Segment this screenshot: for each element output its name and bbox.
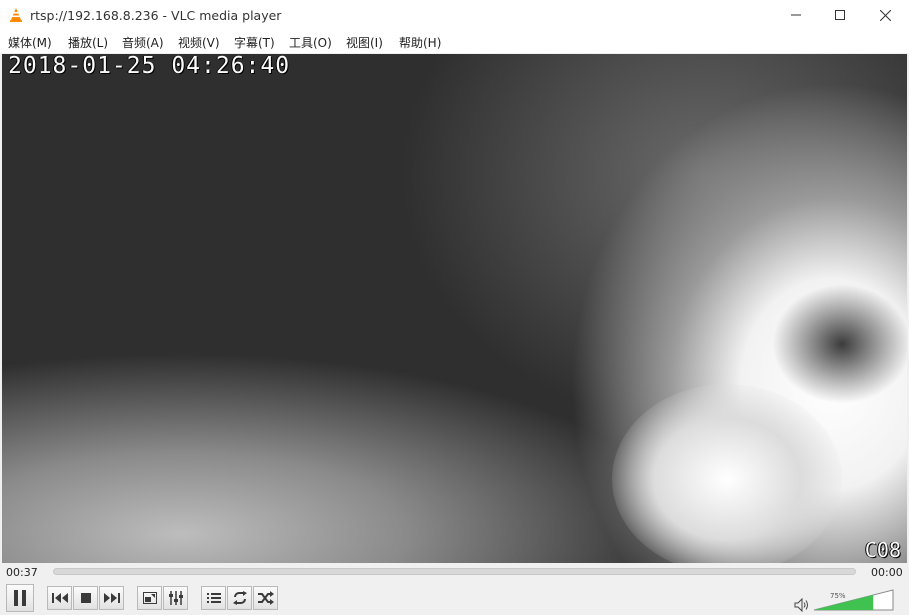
total-time: 00:00 xyxy=(871,566,903,579)
stop-icon xyxy=(80,593,91,603)
next-button[interactable] xyxy=(99,586,124,610)
loop-button[interactable] xyxy=(227,586,252,610)
loop-icon xyxy=(232,591,247,605)
minimize-icon xyxy=(791,14,801,16)
menu-audio[interactable]: 音频(A) xyxy=(122,34,164,51)
volume-slider[interactable] xyxy=(814,589,894,611)
previous-icon xyxy=(51,593,68,603)
extended-settings-icon xyxy=(168,591,183,605)
fullscreen-icon xyxy=(142,592,157,604)
window-title: rtsp://192.168.8.236 - VLC media player xyxy=(30,8,282,23)
fullscreen-button[interactable] xyxy=(137,586,162,610)
close-icon xyxy=(879,9,891,21)
minimize-button[interactable] xyxy=(773,0,819,30)
menu-tools[interactable]: 工具(O) xyxy=(289,34,332,51)
osd-camera-code: C08 xyxy=(864,538,901,562)
menu-help[interactable]: 帮助(H) xyxy=(399,34,441,51)
menu-subtitle[interactable]: 字幕(T) xyxy=(234,34,275,51)
pause-button[interactable] xyxy=(6,584,34,612)
menu-bar: 媒体(M) 播放(L) 音频(A) 视频(V) 字幕(T) 工具(O) 视图(I… xyxy=(0,30,909,53)
vlc-cone-icon xyxy=(10,8,22,22)
video-display[interactable]: 2018-01-25 04:26:40 C08 xyxy=(2,54,907,563)
maximize-icon xyxy=(835,10,845,20)
seek-bar[interactable] xyxy=(53,568,856,575)
maximize-button[interactable] xyxy=(817,0,863,30)
stop-button[interactable] xyxy=(73,586,98,610)
playlist-icon xyxy=(206,593,221,603)
menu-view[interactable]: 视图(I) xyxy=(346,34,383,51)
shuffle-icon xyxy=(257,591,274,605)
pause-icon xyxy=(14,590,26,606)
menu-video[interactable]: 视频(V) xyxy=(178,34,220,51)
menu-media[interactable]: 媒体(M) xyxy=(8,34,52,51)
menu-playback[interactable]: 播放(L) xyxy=(68,34,108,51)
volume-percent: 75% xyxy=(830,592,846,600)
elapsed-time: 00:37 xyxy=(6,566,38,579)
seek-row: 00:37 00:00 xyxy=(0,563,909,581)
close-button[interactable] xyxy=(862,0,908,30)
extended-settings-button[interactable] xyxy=(163,586,188,610)
osd-timestamp: 2018-01-25 04:26:40 xyxy=(8,54,291,79)
speaker-icon[interactable] xyxy=(794,597,810,613)
next-icon xyxy=(103,593,120,603)
playlist-button[interactable] xyxy=(201,586,226,610)
previous-button[interactable] xyxy=(47,586,72,610)
title-bar: rtsp://192.168.8.236 - VLC media player xyxy=(0,0,909,30)
shuffle-button[interactable] xyxy=(253,586,278,610)
